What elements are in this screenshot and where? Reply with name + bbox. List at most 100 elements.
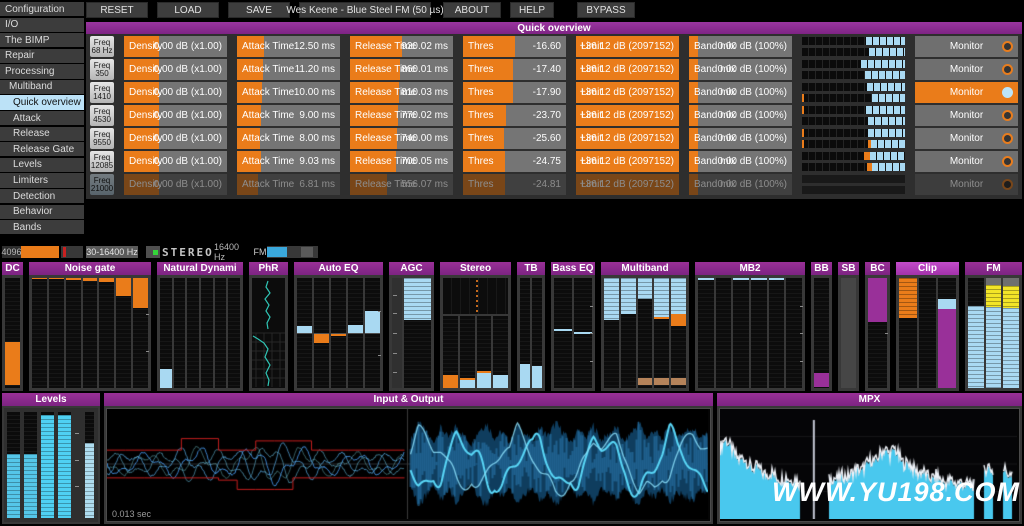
release-time-slider[interactable]: Release Time920.02 ms — [350, 36, 453, 57]
monitor-button[interactable]: Monitor — [915, 128, 1018, 149]
sidebar-item-multiband[interactable]: Multiband — [0, 80, 84, 94]
panel-title-dc[interactable]: DC — [2, 262, 23, 275]
band-mix-slider[interactable]: Band mix0.00 dB (100%) — [689, 105, 792, 126]
freq-button-68-hz[interactable]: Freq68 Hz — [90, 36, 114, 57]
sidebar-item-processing[interactable]: Processing — [0, 64, 84, 78]
band-mix-slider[interactable]: Band mix0.00 dB (100%) — [689, 82, 792, 103]
panel-title-bass-eq[interactable]: Bass EQ — [551, 262, 595, 275]
release-time-slider[interactable]: Release Time740.00 ms — [350, 128, 453, 149]
about-button[interactable]: ABOUT — [443, 2, 501, 18]
meter-well — [116, 278, 131, 388]
panel-title-sb[interactable]: SB — [838, 262, 859, 275]
attack-time-slider[interactable]: Attack Time9.00 ms — [237, 105, 340, 126]
limit-slider[interactable]: Limit+36.12 dB (2097152) — [576, 36, 679, 57]
threshold-slider[interactable]: Thres-25.60 — [463, 128, 566, 149]
panel-title-phr[interactable]: PhR — [249, 262, 288, 275]
limit-slider[interactable]: Limit+36.12 dB (2097152) — [576, 128, 679, 149]
limit-slider[interactable]: Limit+36.12 dB (2097152) — [576, 151, 679, 172]
load-button[interactable]: LOAD — [157, 2, 219, 18]
panel-title-auto-eq[interactable]: Auto EQ — [294, 262, 383, 275]
release-time-slider[interactable]: Release Time556.07 ms — [350, 174, 453, 195]
limit-slider[interactable]: Limit+36.12 dB (2097152) — [576, 105, 679, 126]
threshold-slider[interactable]: Thres-17.90 — [463, 82, 566, 103]
sidebar-item-bands[interactable]: Bands — [0, 220, 84, 234]
monitor-button[interactable]: Monitor — [915, 151, 1018, 172]
mpx-panel-title[interactable]: MPX — [717, 393, 1022, 406]
density-slider[interactable]: Density0.00 dB (x1.00) — [124, 82, 227, 103]
density-slider[interactable]: Density0.00 dB (x1.00) — [124, 128, 227, 149]
density-slider[interactable]: Density0.00 dB (x1.00) — [124, 174, 227, 195]
freq-button-21000[interactable]: Freq21000 — [90, 174, 114, 195]
band-mix-slider[interactable]: Band mix0.00 dB (100%) — [689, 151, 792, 172]
attack-time-slider[interactable]: Attack Time8.00 ms — [237, 128, 340, 149]
sidebar-item-repair[interactable]: Repair — [0, 49, 84, 63]
input-output-panel-title[interactable]: Input & Output — [104, 393, 713, 406]
band-mix-slider[interactable]: Band mix0.00 dB (100%) — [689, 174, 792, 195]
freq-button-4530[interactable]: Freq4530 — [90, 105, 114, 126]
panel-title-clip[interactable]: Clip — [896, 262, 959, 275]
frequency-range-button[interactable]: 30-16400 Hz — [86, 246, 138, 258]
limit-slider[interactable]: Limit+36.12 dB (2097152) — [576, 82, 679, 103]
sidebar-item-i-o[interactable]: I/O — [0, 18, 84, 32]
band-mix-slider[interactable]: Band mix0.00 dB (100%) — [689, 59, 792, 80]
sidebar-item-release[interactable]: Release — [0, 127, 84, 141]
preset-title[interactable]: Wes Keene - Blue Steel FM (50 µs) — [299, 2, 431, 18]
threshold-slider[interactable]: Thres-24.81 — [463, 174, 566, 195]
release-time-slider[interactable]: Release Time700.05 ms — [350, 151, 453, 172]
panel-title-agc[interactable]: AGC — [389, 262, 434, 275]
monitor-button[interactable]: Monitor — [915, 82, 1018, 103]
save-button[interactable]: SAVE — [228, 2, 290, 18]
release-time-slider[interactable]: Release Time860.01 ms — [350, 59, 453, 80]
freq-button-12085[interactable]: Freq12085 — [90, 151, 114, 172]
panel-title-noise-gate[interactable]: Noise gate — [29, 262, 151, 275]
sidebar-item-detection[interactable]: Detection — [0, 189, 84, 203]
attack-time-slider[interactable]: Attack Time9.03 ms — [237, 151, 340, 172]
release-time-slider[interactable]: Release Time810.03 ms — [350, 82, 453, 103]
density-slider[interactable]: Density0.00 dB (x1.00) — [124, 59, 227, 80]
panel-title-bb[interactable]: BB — [811, 262, 832, 275]
band-mix-slider[interactable]: Band mix0.00 dB (100%) — [689, 128, 792, 149]
sidebar-item-release-gate[interactable]: Release Gate — [0, 142, 84, 156]
density-slider[interactable]: Density0.00 dB (x1.00) — [124, 36, 227, 57]
panel-title-tb[interactable]: TB — [517, 262, 545, 275]
threshold-slider[interactable]: Thres-24.75 — [463, 151, 566, 172]
limit-slider[interactable]: Limit+36.12 dB (2097152) — [576, 59, 679, 80]
monitor-button[interactable]: Monitor — [915, 36, 1018, 57]
sidebar-item-behavior[interactable]: Behavior — [0, 205, 84, 219]
threshold-slider[interactable]: Thres-17.40 — [463, 59, 566, 80]
threshold-slider[interactable]: Thres-23.70 — [463, 105, 566, 126]
panel-title-stereo[interactable]: Stereo — [440, 262, 511, 275]
freq-button-350[interactable]: Freq350 — [90, 59, 114, 80]
sidebar-item-attack[interactable]: Attack — [0, 111, 84, 125]
bypass-button[interactable]: BYPASS — [577, 2, 635, 18]
monitor-button[interactable]: Monitor — [915, 59, 1018, 80]
release-time-slider[interactable]: Release Time770.02 ms — [350, 105, 453, 126]
sidebar-item-configuration[interactable]: Configuration — [0, 2, 84, 16]
panel-title-mb2[interactable]: MB2 — [695, 262, 805, 275]
panel-title-bc[interactable]: BC — [865, 262, 890, 275]
panel-title-multiband[interactable]: Multiband — [601, 262, 689, 275]
sidebar-item-quick-overview[interactable]: Quick overview — [0, 95, 84, 109]
attack-time-slider[interactable]: Attack Time6.81 ms — [237, 174, 340, 195]
freq-button-1410[interactable]: Freq1410 — [90, 82, 114, 103]
attack-time-slider[interactable]: Attack Time11.20 ms — [237, 59, 340, 80]
panel-title-fm[interactable]: FM — [965, 262, 1022, 275]
monitor-button[interactable]: Monitor — [915, 105, 1018, 126]
limit-slider[interactable]: Limit+36.12 dB (2097152) — [576, 174, 679, 195]
monitor-button[interactable]: Monitor — [915, 174, 1018, 195]
band-mix-slider[interactable]: Band mix0.00 dB (100%) — [689, 36, 792, 57]
help-button[interactable]: HELP — [510, 2, 554, 18]
attack-time-slider[interactable]: Attack Time10.00 ms — [237, 82, 340, 103]
freq-button-9550[interactable]: Freq9550 — [90, 128, 114, 149]
sidebar-item-levels[interactable]: Levels — [0, 158, 84, 172]
levels-panel-title[interactable]: Levels — [2, 393, 100, 406]
reset-button[interactable]: RESET — [86, 2, 148, 18]
threshold-slider[interactable]: Thres-16.60 — [463, 36, 566, 57]
fm-track-handle[interactable] — [301, 247, 313, 257]
sidebar-item-the-bimp[interactable]: The BIMP — [0, 33, 84, 47]
sidebar-item-limiters[interactable]: Limiters — [0, 173, 84, 187]
panel-title-natural-dynami[interactable]: Natural Dynami — [157, 262, 243, 275]
density-slider[interactable]: Density0.00 dB (x1.00) — [124, 151, 227, 172]
attack-time-slider[interactable]: Attack Time12.50 ms — [237, 36, 340, 57]
density-slider[interactable]: Density0.00 dB (x1.00) — [124, 105, 227, 126]
